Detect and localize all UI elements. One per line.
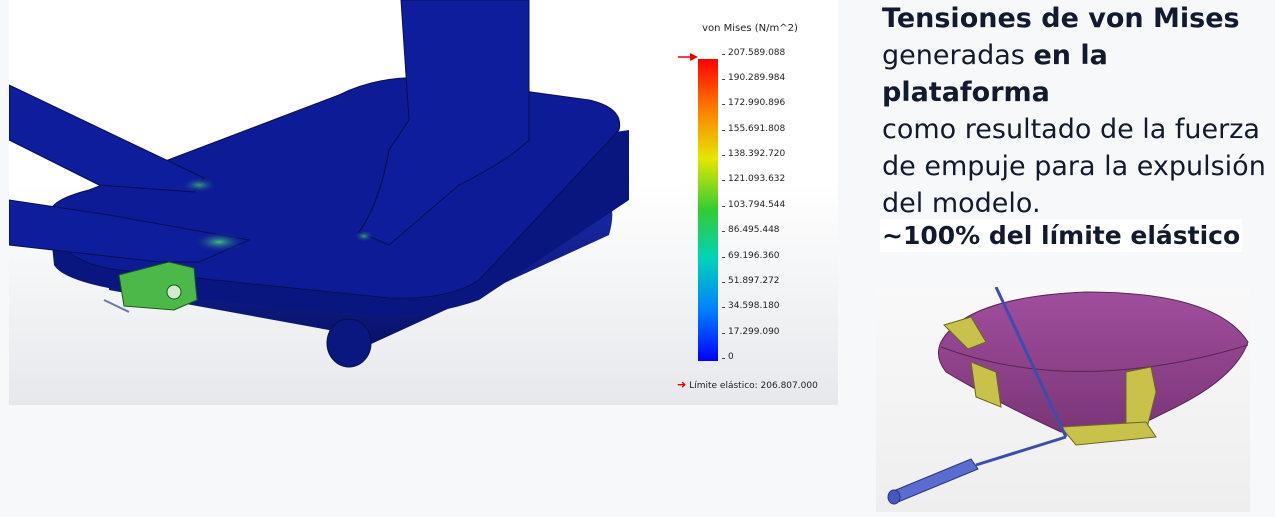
- description-line-4: de empuje para la expulsión: [882, 151, 1266, 182]
- legend-tick: 172.990.896: [721, 98, 786, 108]
- description-text: Tensiones de von Mises generadas en la p…: [882, 0, 1275, 222]
- description-line-3: como resultado de la fuerza: [882, 114, 1260, 145]
- description-line-2-pre: generadas: [882, 40, 1034, 71]
- stress-colorbar: [698, 59, 718, 361]
- legend-tick: 17.299.090: [722, 327, 780, 337]
- legend-tick: 0: [722, 352, 734, 362]
- legend-tick: 121.093.632: [721, 174, 786, 184]
- arrow-right-icon: ➜: [677, 378, 687, 391]
- legend-tick: 103.794.544: [721, 200, 786, 210]
- description-line-5: del modelo.: [882, 188, 1041, 219]
- legend-tick: 69.196.360: [722, 251, 780, 261]
- legend-tick: 34.598.180: [722, 301, 780, 311]
- legend-tick: 190.289.984: [721, 73, 786, 83]
- legend-title: von Mises (N/m^2): [702, 23, 798, 34]
- yield-percentage-heading: ~100% del límite elástico: [880, 219, 1243, 252]
- cad-assembly-image: [876, 287, 1250, 512]
- hull-assembly-render: [887, 287, 1249, 505]
- legend-tick: 51.897.272: [722, 276, 780, 286]
- description-line-1: Tensiones de von Mises: [882, 3, 1240, 34]
- legend-tick: 155.691.808: [721, 124, 786, 134]
- yield-limit-marker-icon: [678, 53, 698, 61]
- legend-tick: 207.589.088: [721, 48, 786, 58]
- legend-tick: 138.392.720: [721, 149, 786, 159]
- yield-limit-text: Límite elástico: 206.807.000: [689, 381, 818, 391]
- yield-limit-label: ➜ Límite elástico: 206.807.000: [677, 378, 818, 391]
- legend-tick: 86.495.448: [722, 225, 780, 235]
- fea-stress-plot: von Mises (N/m^2) 207.589.088 190.289.98…: [9, 0, 838, 405]
